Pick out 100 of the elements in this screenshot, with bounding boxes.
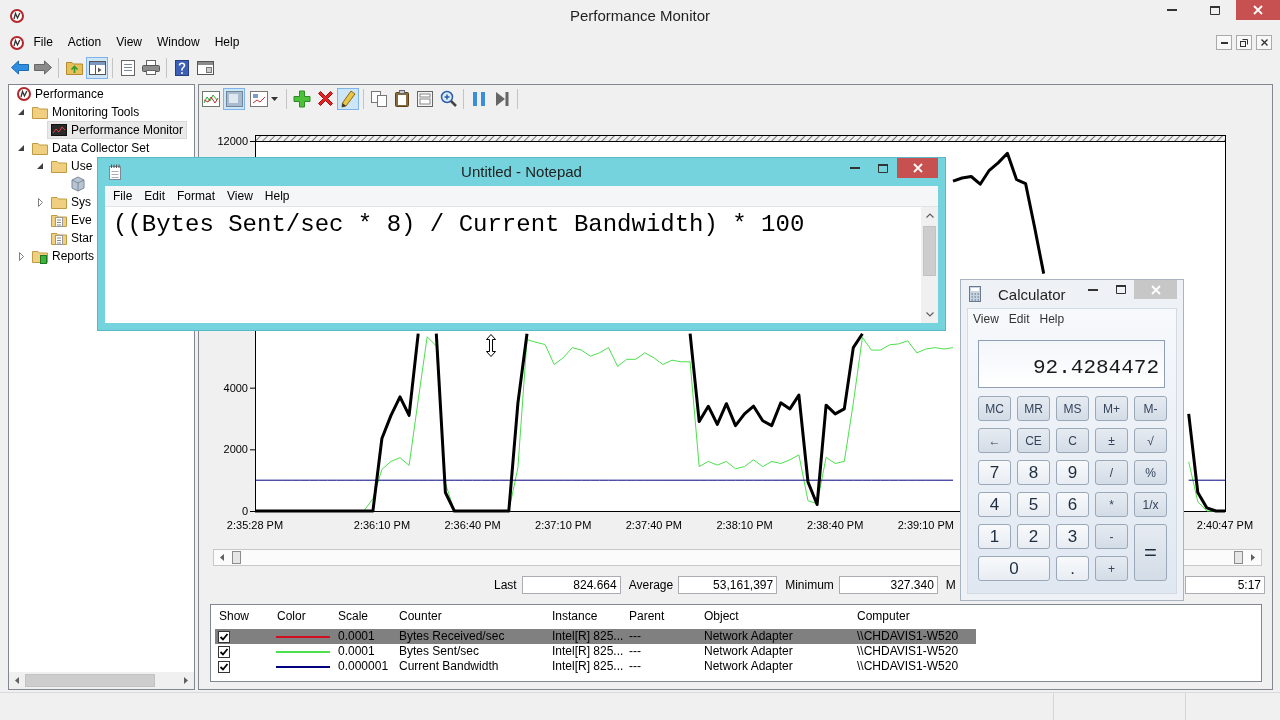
close-icon [1260, 39, 1268, 46]
minimize-button[interactable] [1216, 35, 1232, 50]
column-header[interactable]: Object [700, 609, 739, 623]
minimize-icon [1167, 9, 1177, 11]
highlight-button[interactable] [337, 87, 359, 110]
menu-item[interactable]: Format [171, 187, 222, 205]
table-cell-text: --- [628, 644, 641, 659]
calculator-key[interactable]: 9 [1056, 460, 1089, 485]
logo-icon [17, 87, 31, 101]
menu-item[interactable]: Help [1034, 310, 1070, 328]
tree-item[interactable]: Reports [28, 247, 99, 265]
calculator-key[interactable]: 7 [978, 460, 1011, 485]
column-header[interactable]: Show [215, 609, 250, 623]
calculator-key[interactable]: - [1095, 524, 1128, 549]
calculator-key[interactable]: 6 [1056, 492, 1089, 517]
scroll-thumb[interactable] [25, 674, 155, 687]
right-arrow-icon[interactable] [184, 677, 188, 684]
tree-item[interactable]: Performance Monitor [47, 121, 188, 139]
menu-item[interactable]: File [107, 187, 139, 205]
calculator-key[interactable]: M+ [1095, 396, 1128, 421]
tree-item[interactable]: Star [47, 229, 97, 247]
calculator-key[interactable]: C [1056, 428, 1089, 453]
menu-item[interactable]: File [26, 33, 61, 52]
text-area[interactable]: ((Bytes Sent/sec * 8) / Current Bandwidth) * 100 [105, 207, 921, 323]
calculator-key[interactable]: 4 [978, 492, 1011, 517]
legend-row[interactable]: 0.000001 Current Bandwidth Intel[R] 825... --- Network Adapter \\CHDAVIS1-W520 [215, 659, 976, 674]
right-arrow-icon[interactable] [1251, 554, 1255, 561]
calculator-key[interactable]: 5 [1017, 492, 1050, 517]
restore-button[interactable] [1236, 35, 1252, 50]
range-handle[interactable] [1234, 551, 1243, 564]
tree-item[interactable]: Sys [47, 193, 95, 211]
scrollbar[interactable] [921, 207, 938, 323]
menu-item[interactable]: Help [258, 187, 296, 205]
checkbox[interactable] [218, 645, 230, 658]
menu-item[interactable]: View [108, 33, 150, 52]
close-button[interactable] [1256, 35, 1272, 50]
menu-item[interactable]: View [968, 310, 1004, 328]
tree-item[interactable]: Use [47, 157, 97, 175]
calculator-icon [969, 286, 981, 302]
calculator-key[interactable]: + [1095, 556, 1128, 581]
left-arrow-icon[interactable] [220, 554, 224, 561]
calculator-key[interactable]: 0 [978, 556, 1050, 581]
calculator-key[interactable]: 2 [1017, 524, 1050, 549]
checkbox[interactable] [218, 660, 230, 673]
table-cell-text: 0.0001 [337, 644, 375, 659]
column-header[interactable]: Computer [853, 609, 910, 623]
menu-item[interactable]: Edit [138, 187, 172, 205]
calculator-key[interactable]: √ [1134, 428, 1167, 453]
left-arrow-icon[interactable] [15, 677, 19, 684]
stat-value: 327.340 [838, 576, 938, 594]
calculator-key[interactable]: * [1095, 492, 1128, 517]
calculator-key[interactable]: 1 [978, 524, 1011, 549]
console-tree-button[interactable] [86, 56, 108, 79]
column-header[interactable]: Instance [548, 609, 598, 623]
menu-item[interactable]: Window [149, 33, 208, 52]
legend-row[interactable]: 0.0001 Bytes Received/sec Intel[R] 825... --- Network Adapter \\CHDAVIS1-W520 [215, 629, 976, 644]
stat-label: Minimum [785, 578, 834, 592]
stat-value: 824.664 [521, 576, 621, 594]
scrollbar[interactable] [9, 672, 194, 689]
calculator-key[interactable]: ← [978, 428, 1011, 453]
calculator-key[interactable]: 1/x [1134, 492, 1167, 517]
calculator-key[interactable]: 3 [1056, 524, 1089, 549]
calculator-key[interactable]: MR [1017, 396, 1050, 421]
calculator-key[interactable]: ± [1095, 428, 1128, 453]
calculator-key[interactable]: % [1134, 460, 1167, 485]
y-tick-label: 12000 [217, 135, 248, 147]
current-activity-button[interactable] [223, 87, 245, 110]
column-header[interactable]: Counter [395, 609, 442, 623]
tree-item[interactable]: Data Collector Set [28, 139, 154, 157]
menu-item[interactable]: View [221, 187, 259, 205]
copy-icon [371, 90, 387, 107]
expand-arrow-icon[interactable] [18, 145, 24, 151]
expand-arrow-icon[interactable] [18, 109, 24, 115]
table-cell-text: Network Adapter [703, 629, 793, 644]
column-header[interactable]: Color [273, 609, 306, 623]
column-header[interactable]: Parent [625, 609, 665, 623]
range-handle[interactable] [232, 551, 241, 564]
tree-item[interactable]: Performance [13, 85, 108, 103]
legend-row[interactable]: 0.0001 Bytes Sent/sec Intel[R] 825... --- Network Adapter \\CHDAVIS1-W520 [215, 644, 976, 659]
restore-icon [1240, 38, 1248, 47]
scroll-thumb[interactable] [923, 226, 936, 276]
calculator-key[interactable]: M- [1134, 396, 1167, 421]
calculator-key[interactable]: . [1056, 556, 1089, 581]
menu-item[interactable]: Edit [1003, 310, 1035, 328]
tree-item[interactable]: Eve [47, 211, 96, 229]
maximize-icon [1210, 5, 1220, 15]
expand-arrow-icon[interactable] [37, 163, 43, 169]
add-counter-button[interactable] [291, 87, 313, 110]
menu-item[interactable]: Help [207, 33, 247, 52]
checkbox[interactable] [218, 630, 230, 643]
calculator-key[interactable]: / [1095, 460, 1128, 485]
tree-item[interactable]: Monitoring Tools [28, 103, 144, 121]
menu-item[interactable]: Action [60, 33, 109, 52]
column-header[interactable]: Scale [334, 609, 369, 623]
calculator-key[interactable]: = [1134, 524, 1167, 581]
y-tick-label: 2000 [223, 443, 248, 456]
calculator-key[interactable]: MS [1056, 396, 1089, 421]
calculator-key[interactable]: 8 [1017, 460, 1050, 485]
calculator-key[interactable]: CE [1017, 428, 1050, 453]
calculator-key[interactable]: MC [978, 396, 1011, 421]
